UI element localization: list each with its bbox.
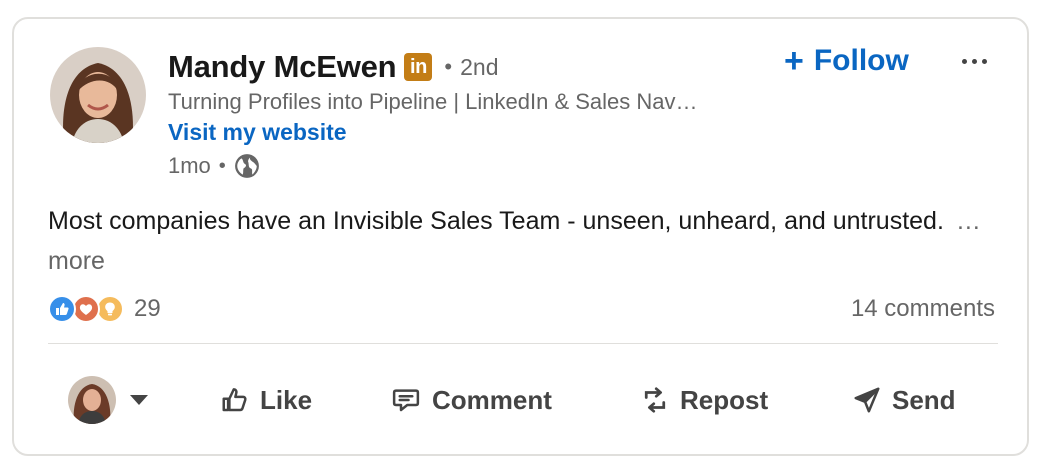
- more-horizontal-icon-dot: [981, 58, 987, 64]
- comment-icon: [392, 389, 420, 412]
- send-icon: [854, 387, 880, 413]
- more-horizontal-icon-dot: [971, 58, 977, 64]
- separator-dot: •: [218, 154, 226, 177]
- post-as-selector[interactable]: [68, 364, 148, 436]
- comment-label: Comment: [432, 384, 552, 415]
- author-avatar[interactable]: [50, 47, 146, 143]
- more-options-button[interactable]: [952, 43, 996, 79]
- post-meta: 1mo •: [168, 153, 260, 179]
- separator-dot: •: [444, 54, 453, 79]
- globe-icon: [234, 154, 259, 178]
- author-name[interactable]: Mandy McEwen: [168, 49, 397, 85]
- repost-label: Repost: [680, 384, 769, 415]
- follow-label: Follow: [813, 44, 909, 77]
- reaction-count: 29: [134, 295, 161, 322]
- thumbs-up-icon: [222, 388, 247, 412]
- like-label: Like: [260, 384, 313, 415]
- reaction-icons: [48, 293, 128, 325]
- comments-count-link[interactable]: 14 comments: [851, 295, 995, 323]
- connection-degree: 2nd: [460, 53, 499, 80]
- post-time: 1mo: [168, 153, 211, 178]
- insightful-icon: [96, 295, 124, 323]
- send-label: Send: [892, 384, 956, 415]
- post-actions-bar: Like Comment Repost Send: [14, 364, 1027, 436]
- reactions-summary[interactable]: 29: [48, 293, 161, 325]
- more-horizontal-icon: [961, 58, 967, 64]
- send-button[interactable]: Send: [852, 364, 956, 436]
- follow-button[interactable]: + Follow: [784, 41, 909, 81]
- love-icon: [72, 295, 100, 323]
- plus-icon: +: [784, 42, 804, 80]
- linkedin-premium-badge-icon: in: [404, 53, 433, 81]
- like-button[interactable]: Like: [220, 364, 312, 436]
- repost-icon: [644, 387, 666, 413]
- divider: [48, 343, 998, 344]
- visit-website-link[interactable]: Visit my website: [168, 119, 347, 146]
- viewer-avatar: [68, 376, 116, 424]
- repost-button[interactable]: Repost: [640, 364, 768, 436]
- post-text: Most companies have an Invisible Sales T…: [48, 207, 944, 235]
- like-icon: [48, 295, 76, 323]
- feed-post-card: Mandy McEwen in • 2nd Turning Profiles i…: [12, 17, 1029, 456]
- chevron-down-icon: [130, 395, 148, 405]
- comment-button[interactable]: Comment: [390, 364, 552, 436]
- post-body: Most companies have an Invisible Sales T…: [48, 201, 1008, 281]
- author-name-row: Mandy McEwen in • 2nd: [168, 47, 499, 87]
- author-headline: Turning Profiles into Pipeline | LinkedI…: [168, 89, 698, 114]
